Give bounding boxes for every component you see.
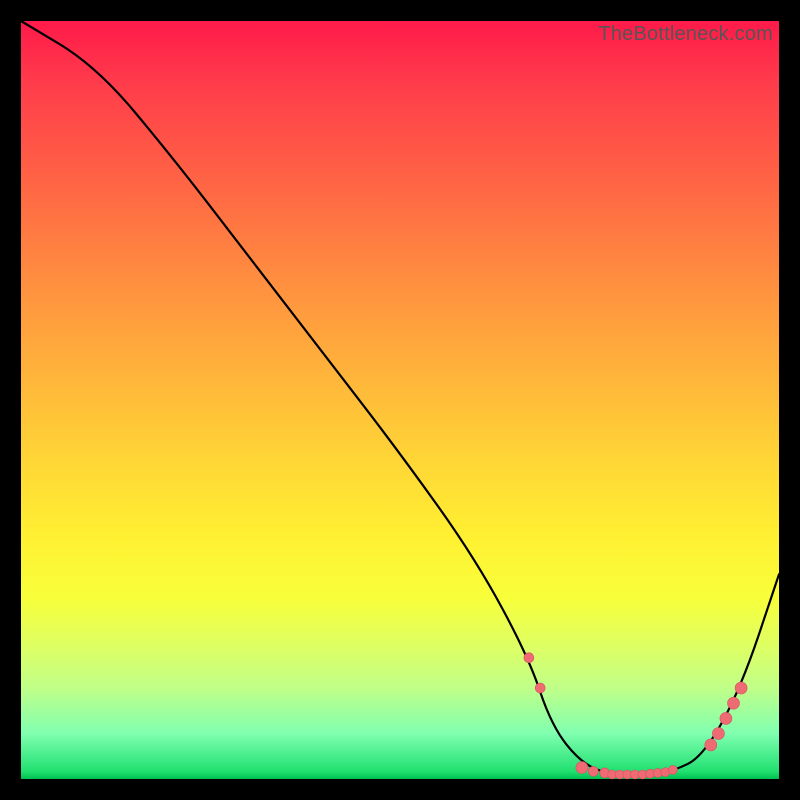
highlight-dot bbox=[720, 712, 732, 724]
bottleneck-curve bbox=[21, 21, 779, 775]
highlight-dot bbox=[705, 739, 717, 751]
highlight-dot bbox=[735, 682, 747, 694]
highlight-dot bbox=[588, 766, 598, 776]
highlight-dot bbox=[668, 765, 677, 774]
highlight-dots-group bbox=[524, 653, 747, 779]
highlight-dot bbox=[576, 762, 588, 774]
chart-svg bbox=[21, 21, 779, 779]
highlight-dot bbox=[535, 683, 545, 693]
highlight-dot bbox=[524, 653, 534, 663]
highlight-dot bbox=[712, 728, 724, 740]
highlight-dot bbox=[728, 697, 740, 709]
chart-area: TheBottleneck.com bbox=[21, 21, 779, 779]
